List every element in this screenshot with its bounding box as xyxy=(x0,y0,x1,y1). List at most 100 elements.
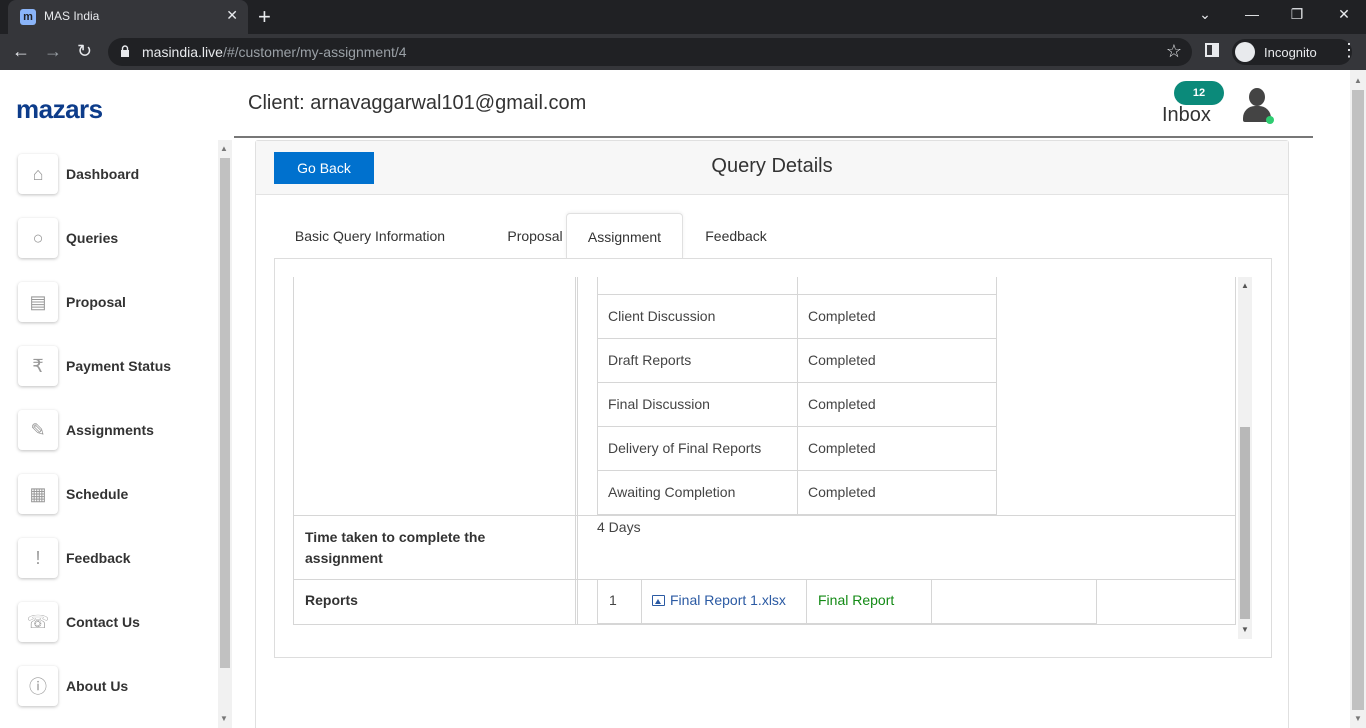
scroll-up-icon[interactable]: ▲ xyxy=(1241,281,1249,290)
table-cell xyxy=(597,579,642,624)
scroll-up-icon[interactable]: ▲ xyxy=(220,144,228,153)
report-file-link[interactable]: Final Report 1.xlsx xyxy=(652,592,786,608)
close-window-icon[interactable]: ✕ xyxy=(1332,6,1356,23)
sidebar-item-payment-status[interactable]: ₹ Payment Status xyxy=(16,346,211,390)
contact-icon: ☏ xyxy=(18,602,58,642)
panel-scrollbar[interactable]: ▲ ▼ xyxy=(1238,277,1252,639)
page-scrollbar[interactable]: ▲ ▼ xyxy=(1350,70,1366,728)
user-avatar-icon[interactable] xyxy=(1242,86,1274,126)
browser-toolbar: ← → ↻ masindia.live/#/customer/my-assign… xyxy=(0,34,1366,70)
report-file-name: Final Report 1.xlsx xyxy=(670,592,786,608)
online-status-dot xyxy=(1266,116,1274,124)
step-name: Final Discussion xyxy=(608,396,710,412)
page-scroll-thumb[interactable] xyxy=(1352,90,1364,710)
card-header: Query Details Go Back xyxy=(256,141,1288,195)
browser-tab[interactable]: m MAS India ✕ xyxy=(8,0,248,34)
page: mazars ⌂ Dashboard ○ Queries ▤ Proposal … xyxy=(0,70,1366,728)
avatar-head xyxy=(1249,88,1265,106)
inbox-link[interactable]: Inbox xyxy=(1162,104,1211,127)
query-details-card: Query Details Go Back Basic Query Inform… xyxy=(255,140,1289,728)
info-icon: ⓘ xyxy=(18,666,58,706)
sidebar-item-queries[interactable]: ○ Queries xyxy=(16,218,211,262)
back-arrow-icon[interactable]: ← xyxy=(12,41,30,62)
minimize-window-icon[interactable]: — xyxy=(1240,6,1264,22)
inbox-count-badge: 12 xyxy=(1174,81,1224,105)
sidebar-scroll-thumb[interactable] xyxy=(220,158,230,668)
sidebar-item-proposal[interactable]: ▤ Proposal xyxy=(16,282,211,326)
sidebar-item-contact-us[interactable]: ☏ Contact Us xyxy=(16,602,211,646)
table-cell xyxy=(597,277,798,295)
step-status: Completed xyxy=(808,484,876,500)
table-cell xyxy=(797,277,997,295)
time-taken-value: 4 Days xyxy=(597,519,641,535)
browser-menu-icon[interactable]: ⋮ xyxy=(1340,40,1358,61)
url-text: masindia.live/#/customer/my-assignment/4 xyxy=(142,44,407,60)
table-border xyxy=(1235,277,1236,625)
search-icon: ○ xyxy=(18,218,58,258)
forward-arrow-icon[interactable]: → xyxy=(44,41,62,62)
tab-basic-query-information[interactable]: Basic Query Information xyxy=(274,213,466,259)
url-domain: masindia.live xyxy=(142,44,223,60)
report-type: Final Report xyxy=(818,592,895,608)
assignment-icon: ✎ xyxy=(18,410,58,450)
sidebar-item-dashboard[interactable]: ⌂ Dashboard xyxy=(16,154,211,198)
row-divider xyxy=(293,624,1235,625)
table-cell xyxy=(931,579,1097,624)
calendar-icon: ▦ xyxy=(18,474,58,514)
sidebar-item-about-us[interactable]: ⓘ About Us xyxy=(16,666,211,710)
close-tab-icon[interactable]: ✕ xyxy=(226,7,238,24)
table-border xyxy=(577,277,578,625)
step-name: Awaiting Completion xyxy=(608,484,736,500)
tab-search-chevron-icon[interactable]: ⌄ xyxy=(1193,6,1217,23)
time-taken-label: Time taken to complete the assignment xyxy=(305,529,486,566)
incognito-indicator[interactable]: Incognito xyxy=(1232,39,1352,65)
sidebar: ⌂ Dashboard ○ Queries ▤ Proposal ₹ Payme… xyxy=(0,140,218,728)
address-bar[interactable]: masindia.live/#/customer/my-assignment/4… xyxy=(108,38,1192,66)
proposal-icon: ▤ xyxy=(18,282,58,322)
go-back-button[interactable]: Go Back xyxy=(274,152,374,184)
sidebar-item-label: Contact Us xyxy=(66,614,140,630)
home-icon: ⌂ xyxy=(18,154,58,194)
sidebar-item-label: Queries xyxy=(66,230,119,246)
mazars-logo: mazars xyxy=(16,94,103,124)
page-header: Client: arnavaggarwal101@gmail.com 12 In… xyxy=(234,70,1313,138)
new-tab-icon[interactable]: + xyxy=(258,4,271,30)
sidebar-scrollbar[interactable]: ▲ ▼ xyxy=(218,140,232,728)
assignment-table: Client Discussion Completed Draft Report… xyxy=(275,277,1237,625)
sidebar-item-label: Schedule xyxy=(66,486,129,502)
client-email: Client: arnavaggarwal101@gmail.com xyxy=(248,92,587,114)
step-status: Completed xyxy=(808,352,876,368)
report-index: 1 xyxy=(609,592,617,608)
tab-feedback[interactable]: Feedback xyxy=(686,213,786,259)
step-status: Completed xyxy=(808,308,876,324)
tab-title: MAS India xyxy=(44,9,100,23)
side-panel-icon[interactable] xyxy=(1205,43,1219,57)
scroll-down-icon[interactable]: ▼ xyxy=(1241,625,1249,634)
step-status: Completed xyxy=(808,440,876,456)
scroll-down-icon[interactable]: ▼ xyxy=(1354,714,1362,723)
card-title: Query Details xyxy=(711,155,833,177)
scroll-up-icon[interactable]: ▲ xyxy=(1354,76,1362,85)
feedback-icon: ! xyxy=(18,538,58,578)
step-name: Client Discussion xyxy=(608,308,716,324)
sidebar-item-schedule[interactable]: ▦ Schedule xyxy=(16,474,211,518)
panel-scroll-thumb[interactable] xyxy=(1240,427,1250,619)
reload-icon[interactable]: ↻ xyxy=(77,41,92,62)
restore-window-icon[interactable]: ❐ xyxy=(1285,6,1309,23)
sidebar-item-assignments[interactable]: ✎ Assignments xyxy=(16,410,211,454)
sidebar-item-label: Assignments xyxy=(66,422,154,438)
table-border xyxy=(575,277,576,625)
site-favicon-icon: m xyxy=(20,9,36,25)
tab-assignment[interactable]: Assignment xyxy=(566,213,683,259)
sidebar-item-label: Payment Status xyxy=(66,358,172,374)
scroll-down-icon[interactable]: ▼ xyxy=(220,714,228,723)
sidebar-item-feedback[interactable]: ! Feedback xyxy=(16,538,211,582)
sidebar-item-label: Proposal xyxy=(66,294,126,310)
sidebar-item-label: About Us xyxy=(66,678,129,694)
step-name: Draft Reports xyxy=(608,352,692,368)
incognito-icon xyxy=(1235,42,1255,62)
sidebar-item-label: Feedback xyxy=(66,550,131,566)
bookmark-star-icon[interactable]: ☆ xyxy=(1166,41,1182,62)
reports-label: Reports xyxy=(305,592,358,608)
payment-icon: ₹ xyxy=(18,346,58,386)
